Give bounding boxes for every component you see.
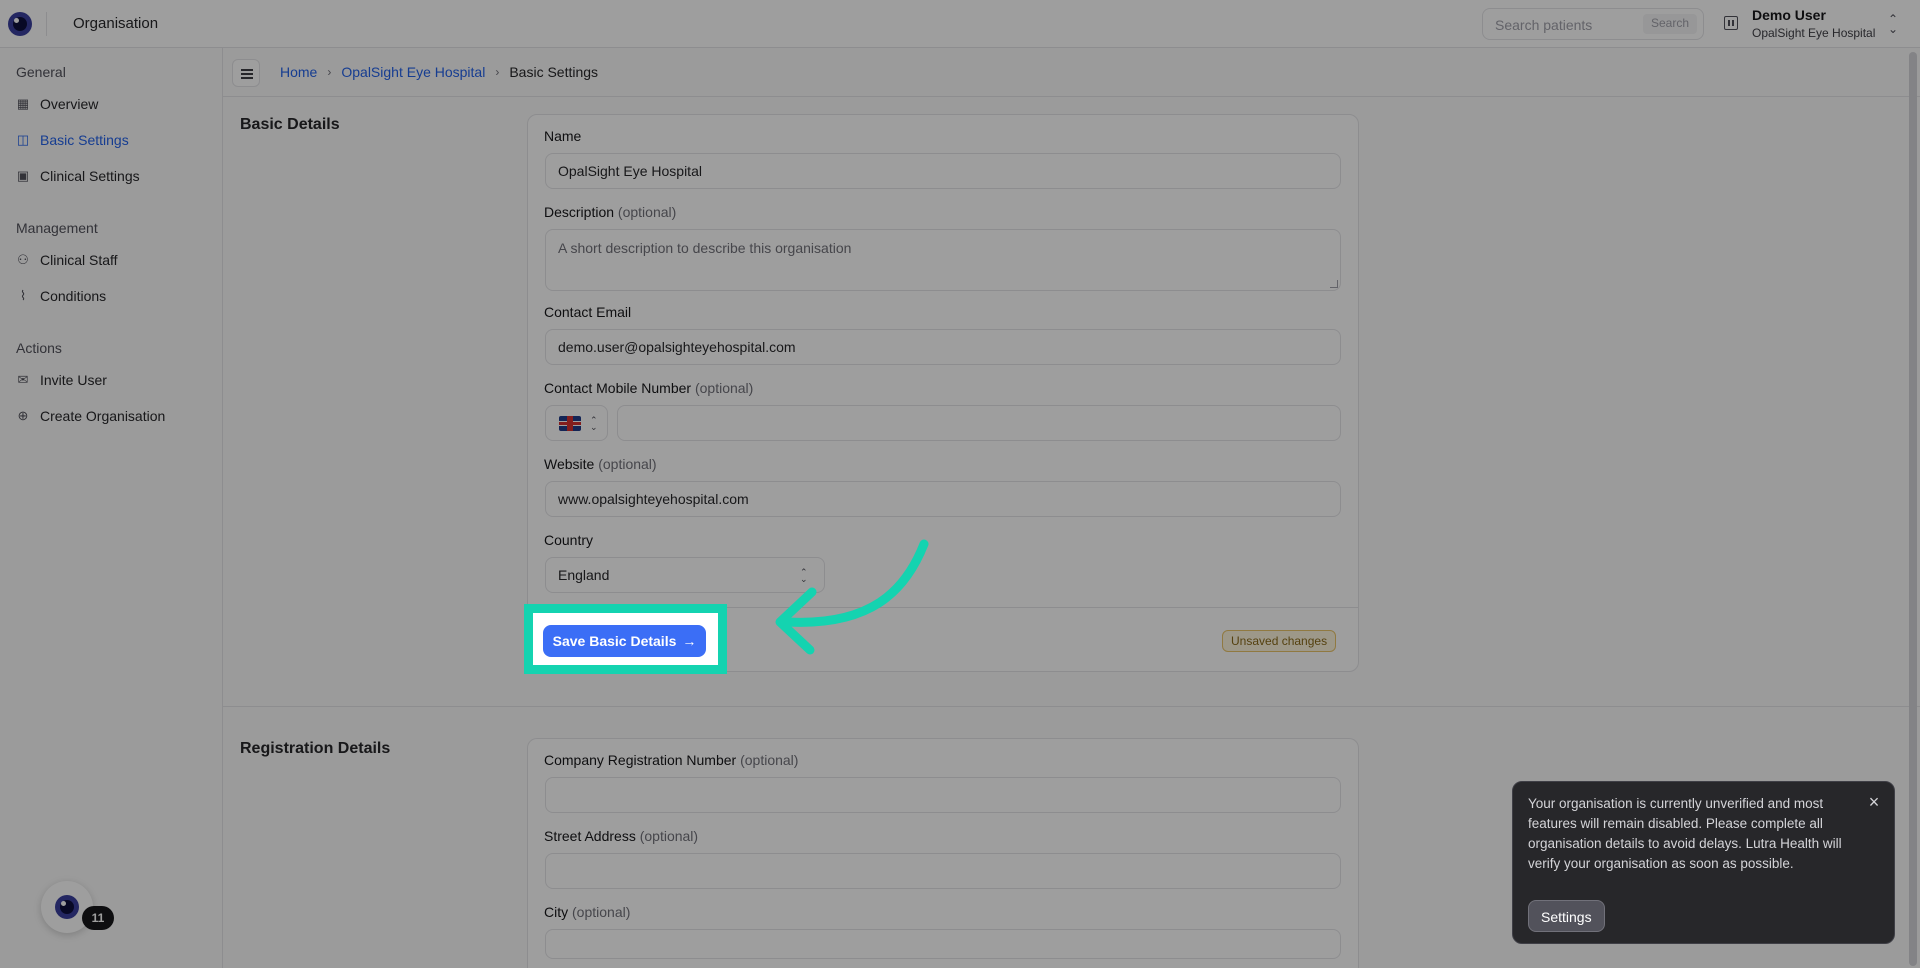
unsaved-changes-badge: Unsaved changes (1222, 630, 1337, 652)
section-divider (223, 706, 1920, 707)
resize-grip-icon[interactable] (1330, 280, 1338, 288)
arrow-right-icon: → (682, 633, 697, 649)
toast-message: Your organisation is currently unverifie… (1528, 796, 1842, 871)
website-label: Website (optional) (544, 456, 657, 472)
activity-icon: ⌇ (19, 288, 27, 303)
settings-panel-icon: ◫ (16, 132, 30, 147)
toast-settings-button[interactable]: Settings (1528, 900, 1605, 932)
contact-email-field[interactable]: demo.user@opalsighteyehospital.com (545, 329, 1341, 365)
name-label: Name (544, 128, 582, 144)
breadcrumb-home[interactable]: Home (280, 64, 317, 80)
organisation-icon (1724, 16, 1738, 30)
user-name[interactable]: Demo User (1752, 7, 1826, 23)
app-logo[interactable] (8, 12, 32, 36)
city-label: City (optional) (544, 904, 631, 920)
patient-search: Search (1482, 8, 1704, 40)
street-address-field[interactable] (545, 853, 1341, 889)
app-title: Organisation (73, 15, 159, 32)
notification-count-badge: 11 (82, 906, 114, 930)
plus-circle-icon: ⊕ (17, 408, 29, 423)
description-textarea[interactable]: A short description to describe this org… (545, 229, 1341, 291)
breadcrumb-bar: Home › OpalSight Eye Hospital › Basic Se… (223, 48, 1920, 97)
menu-toggle-button[interactable] (232, 59, 260, 87)
uk-flag-icon (559, 416, 581, 431)
search-input[interactable] (1495, 15, 1635, 35)
eye-logo-icon (55, 895, 79, 919)
sidebar-item-clinical-staff[interactable]: ⚇ Clinical Staff (16, 248, 117, 272)
name-field[interactable]: OpalSight Eye Hospital (545, 153, 1341, 189)
sidebar-item-conditions[interactable]: ⌇ Conditions (16, 284, 106, 308)
chevron-up-down-icon: ⌃ ⌄ (590, 415, 598, 432)
sidebar-item-basic-settings[interactable]: ◫ Basic Settings (16, 128, 129, 152)
page-scrollbar[interactable] (1909, 52, 1917, 966)
sidebar-section-general: General (16, 64, 66, 80)
country-code-select[interactable]: ⌃ ⌄ (545, 405, 608, 441)
registration-details-title: Registration Details (240, 740, 391, 757)
sidebar-section-actions: Actions (16, 340, 62, 356)
topbar-divider (46, 12, 47, 36)
save-basic-details-button[interactable]: Save Basic Details → (543, 625, 706, 657)
top-bar: Organisation Search Demo User OpalSight … (0, 0, 1920, 48)
clinical-doc-icon: ▣ (16, 168, 30, 183)
breadcrumb-current: Basic Settings (509, 64, 599, 80)
sidebar-section-management: Management (16, 220, 98, 236)
company-registration-field[interactable] (545, 777, 1341, 813)
contact-email-label: Contact Email (544, 304, 632, 320)
street-address-label: Street Address (optional) (544, 828, 699, 844)
city-field[interactable] (545, 929, 1341, 959)
search-button[interactable]: Search (1642, 14, 1697, 34)
annotation-arrow-icon (775, 539, 929, 655)
website-field[interactable]: www.opalsighteyehospital.com (545, 481, 1341, 517)
basic-details-title: Basic Details (240, 116, 340, 133)
sidebar-item-invite-user[interactable]: ✉ Invite User (16, 368, 107, 392)
chevron-up-down-icon[interactable]: ⌃ ⌄ (1888, 13, 1898, 35)
mail-icon: ✉ (17, 372, 29, 387)
chevron-right-icon: › (495, 65, 500, 79)
user-organisation[interactable]: OpalSight Eye Hospital (1752, 26, 1875, 40)
company-registration-label: Company Registration Number (optional) (544, 752, 799, 768)
verification-toast: Your organisation is currently unverifie… (1512, 781, 1895, 944)
grid-icon: ▦ (16, 96, 30, 111)
sidebar-item-overview[interactable]: ▦ Overview (16, 92, 99, 116)
sidebar-item-create-organisation[interactable]: ⊕ Create Organisation (16, 404, 166, 428)
description-label: Description (optional) (544, 204, 677, 220)
close-icon[interactable]: × (1865, 793, 1883, 812)
chevron-right-icon: › (327, 65, 332, 79)
contact-mobile-label: Contact Mobile Number (optional) (544, 380, 754, 396)
sidebar-item-clinical-settings[interactable]: ▣ Clinical Settings (16, 164, 140, 188)
contact-mobile-field[interactable] (617, 405, 1341, 441)
country-label: Country (544, 532, 594, 548)
breadcrumb: Home › OpalSight Eye Hospital › Basic Se… (280, 64, 598, 80)
breadcrumb-organisation[interactable]: OpalSight Eye Hospital (341, 64, 485, 80)
users-icon: ⚇ (17, 252, 29, 267)
